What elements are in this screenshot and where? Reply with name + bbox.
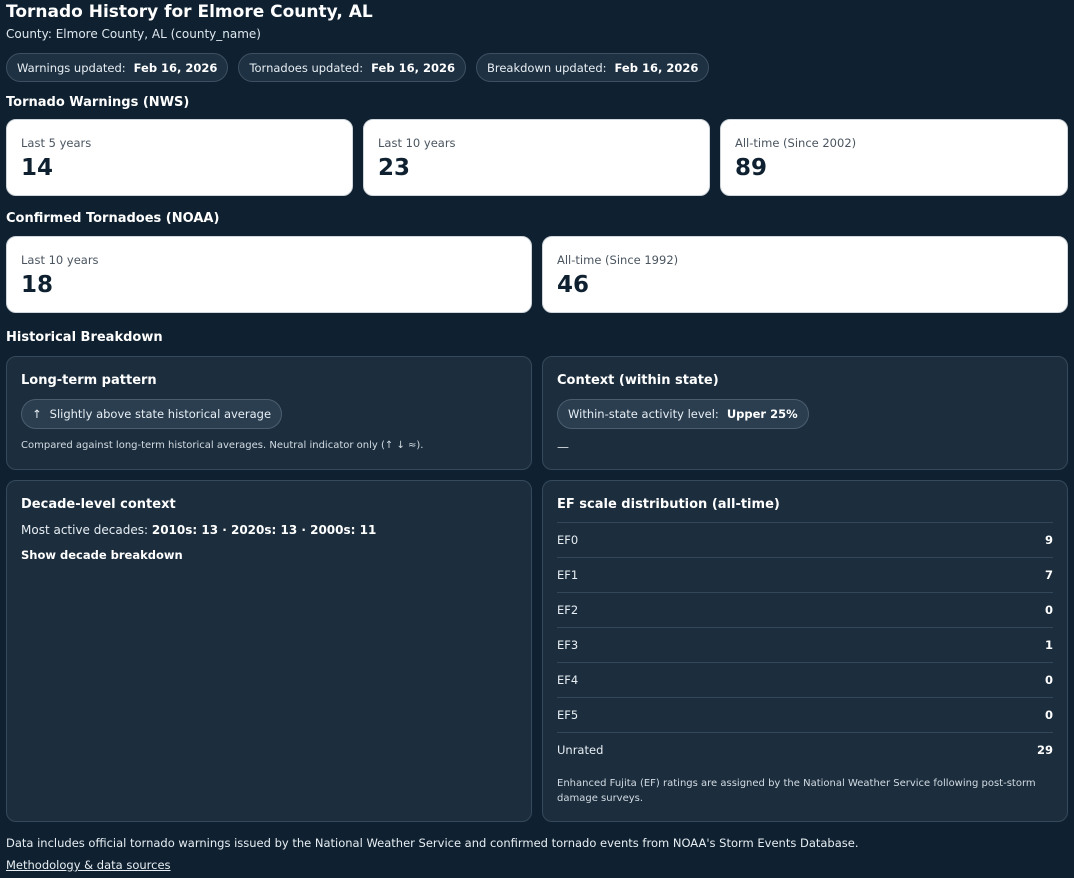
update-pills: Warnings updated: Feb 16, 2026 Tornadoes… bbox=[6, 53, 710, 82]
warnings-alltime-card: All-time (Since 2002) 89 bbox=[720, 119, 1068, 196]
badge-value: Feb 16, 2026 bbox=[133, 60, 218, 75]
card-title: Long-term pattern bbox=[21, 373, 157, 388]
tornadoes-alltime-card: All-time (Since 1992) 46 bbox=[542, 236, 1068, 313]
warnings-last10-card: Last 10 years 23 bbox=[363, 119, 710, 196]
decades-prefix: Most active decades: bbox=[21, 523, 149, 537]
ef-row: EF2 0 bbox=[557, 592, 1053, 627]
card-value: 14 bbox=[21, 155, 54, 181]
ef-count: 7 bbox=[1044, 568, 1053, 582]
long-term-pattern-card: Long-term pattern ↑ Slightly above state… bbox=[6, 356, 532, 470]
ef-count: 0 bbox=[1044, 603, 1053, 617]
decade-context-card: Decade-level context Most active decades… bbox=[6, 480, 532, 822]
card-value: 23 bbox=[378, 155, 411, 181]
ef-label: EF2 bbox=[557, 603, 579, 617]
card-value: 89 bbox=[735, 155, 768, 181]
ef-count: 1 bbox=[1044, 638, 1053, 652]
decades-values: 2010s: 13 · 2020s: 13 · 2000s: 11 bbox=[151, 523, 377, 537]
ef-label: Unrated bbox=[557, 743, 604, 757]
card-title: EF scale distribution (all-time) bbox=[557, 497, 780, 512]
card-label: Last 10 years bbox=[21, 253, 99, 267]
breakdown-heading: Historical Breakdown bbox=[6, 330, 163, 345]
ef-label: EF5 bbox=[557, 708, 579, 722]
trend-text: Slightly above state historical average bbox=[49, 407, 272, 421]
ef-row: EF3 1 bbox=[557, 627, 1053, 662]
ef-label: EF3 bbox=[557, 638, 579, 652]
ef-count: 9 bbox=[1044, 533, 1053, 547]
tornadoes-heading: Confirmed Tornadoes (NOAA) bbox=[6, 211, 220, 226]
context-dash: — bbox=[557, 440, 569, 454]
breakdown-updated-badge: Breakdown updated: Feb 16, 2026 bbox=[475, 53, 710, 82]
ef-note-line1: Enhanced Fujita (EF) ratings are assigne… bbox=[557, 778, 1036, 789]
ef-distribution-card: EF scale distribution (all-time) EF0 9 E… bbox=[542, 480, 1068, 822]
footer-note: Data includes official tornado warnings … bbox=[6, 836, 859, 850]
warnings-updated-badge: Warnings updated: Feb 16, 2026 bbox=[6, 53, 229, 82]
context-card: Context (within state) Within-state acti… bbox=[542, 356, 1068, 470]
page-title: Tornado History for Elmore County, AL bbox=[6, 2, 373, 22]
methodology-link[interactable]: Methodology & data sources bbox=[6, 858, 171, 872]
ef-row: EF0 9 bbox=[557, 522, 1053, 557]
ef-row: EF5 0 bbox=[557, 697, 1053, 732]
badge-label: Breakdown updated: bbox=[486, 60, 607, 75]
card-label: All-time (Since 1992) bbox=[557, 253, 679, 267]
up-arrow-icon: ↑ bbox=[32, 407, 42, 421]
ef-row: EF4 0 bbox=[557, 662, 1053, 697]
ef-label: EF1 bbox=[557, 568, 579, 582]
tornadoes-updated-badge: Tornadoes updated: Feb 16, 2026 bbox=[238, 53, 466, 82]
badge-label: Tornadoes updated: bbox=[249, 60, 364, 75]
card-title: Decade-level context bbox=[21, 497, 176, 512]
most-active-decades: Most active decades: 2010s: 13 · 2020s: … bbox=[21, 523, 376, 537]
ef-row: Unrated 29 bbox=[557, 732, 1053, 767]
badge-value: Feb 16, 2026 bbox=[371, 60, 455, 75]
ef-note-line2: damage surveys. bbox=[557, 793, 644, 804]
card-label: Last 5 years bbox=[21, 136, 92, 150]
trend-badge: ↑ Slightly above state historical averag… bbox=[21, 399, 283, 429]
activity-label: Within-state activity level: bbox=[568, 407, 719, 421]
card-label: Last 10 years bbox=[378, 136, 456, 150]
ef-label: EF4 bbox=[557, 673, 579, 687]
county-line: County: Elmore County, AL (county_name) bbox=[6, 27, 261, 41]
warnings-heading: Tornado Warnings (NWS) bbox=[6, 95, 190, 110]
card-value: 46 bbox=[557, 272, 590, 298]
ef-row: EF1 7 bbox=[557, 557, 1053, 592]
activity-value: Upper 25% bbox=[726, 407, 798, 421]
card-label: All-time (Since 2002) bbox=[735, 136, 857, 150]
ef-count: 0 bbox=[1044, 673, 1053, 687]
badge-label: Warnings updated: bbox=[17, 60, 126, 75]
ef-count: 29 bbox=[1036, 743, 1053, 757]
badge-value: Feb 16, 2026 bbox=[614, 60, 699, 75]
card-title: Context (within state) bbox=[557, 373, 719, 388]
show-decade-breakdown-toggle[interactable]: Show decade breakdown bbox=[21, 548, 183, 562]
ef-label: EF0 bbox=[557, 533, 579, 547]
tornadoes-last10-card: Last 10 years 18 bbox=[6, 236, 532, 313]
activity-level-badge: Within-state activity level: Upper 25% bbox=[557, 399, 809, 429]
ef-count: 0 bbox=[1044, 708, 1053, 722]
trend-note: Compared against long-term historical av… bbox=[21, 440, 424, 451]
card-value: 18 bbox=[21, 272, 54, 298]
warnings-last5-card: Last 5 years 14 bbox=[6, 119, 353, 196]
